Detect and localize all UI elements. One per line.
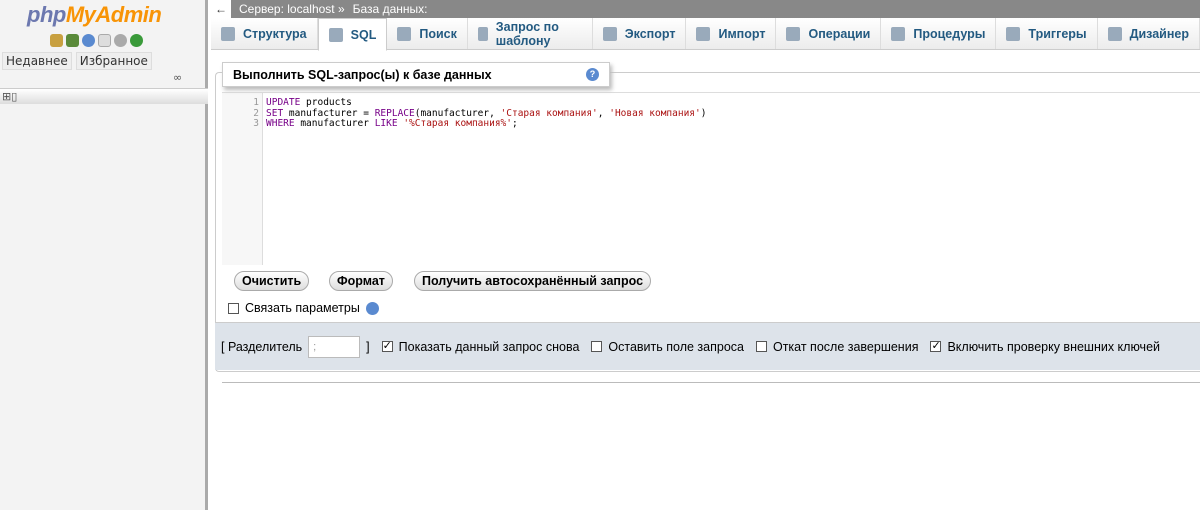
recent-tab[interactable]: Недавнее <box>2 52 72 70</box>
operations-icon <box>786 26 801 41</box>
search-icon <box>397 26 412 41</box>
query-options: [ Разделитель ] Показать данный запрос с… <box>215 322 1200 370</box>
rollback-checkbox[interactable] <box>755 341 767 352</box>
tab-import[interactable]: Импорт <box>686 18 777 49</box>
docs-icon[interactable] <box>98 34 111 47</box>
divider <box>222 382 1200 383</box>
server-crumb[interactable]: Сервер: localhost » <box>239 2 345 16</box>
home-icon[interactable] <box>50 34 63 47</box>
sql-icon <box>328 27 343 42</box>
export-icon <box>602 26 617 41</box>
code-line: WHERE manufacturer LIKE '%Старая компани… <box>266 118 518 129</box>
delimiter-input[interactable] <box>308 335 361 358</box>
tab-sql[interactable]: SQL <box>317 18 388 51</box>
db-tree: ⊞▯ <box>0 88 208 104</box>
structure-icon <box>221 26 235 41</box>
show-again-checkbox[interactable] <box>381 339 393 352</box>
breadcrumb: ← Сервер: localhost » База данных: <box>211 0 1200 18</box>
tab-routines[interactable]: Процедуры <box>881 18 997 49</box>
sql-editor[interactable]: 123 UPDATE products SET manufacturer = RE… <box>222 92 1200 265</box>
database-crumb[interactable]: База данных: <box>353 2 428 16</box>
help-icon[interactable] <box>365 301 379 315</box>
link-icon[interactable]: ∞ <box>173 71 182 84</box>
query-icon <box>477 26 488 41</box>
keep-box-checkbox[interactable] <box>591 341 603 352</box>
tab-query[interactable]: Запрос по шаблону <box>467 18 593 49</box>
designer-icon <box>1107 26 1122 41</box>
expand-icon[interactable]: ⊞▯ <box>2 90 17 103</box>
main-tabs: Структура SQL Поиск Запрос по шаблону Эк… <box>211 18 1200 51</box>
help-icon[interactable]: ? <box>586 68 599 81</box>
back-button[interactable]: ← <box>211 0 231 18</box>
settings-icon[interactable] <box>114 34 127 47</box>
favorites-tab[interactable]: Избранное <box>75 52 152 70</box>
help-icon[interactable] <box>82 34 95 47</box>
line-numbers: 123 <box>222 93 263 265</box>
routines-icon <box>891 26 906 41</box>
tab-structure[interactable]: Структура <box>211 18 318 49</box>
format-button[interactable]: Формат <box>329 271 393 291</box>
fk-checks-checkbox[interactable] <box>930 339 942 352</box>
tab-export[interactable]: Экспорт <box>592 18 687 49</box>
tab-triggers[interactable]: Триггеры <box>996 18 1098 49</box>
triggers-icon <box>1006 26 1021 41</box>
tab-operations[interactable]: Операции <box>776 18 882 49</box>
exit-icon[interactable] <box>66 34 79 47</box>
logo[interactable]: phpMyAdmin <box>27 2 162 28</box>
clear-button[interactable]: Очистить <box>234 271 310 291</box>
tab-search[interactable]: Поиск <box>387 18 468 49</box>
navigation-panel: phpMyAdmin Недавнее Избранное ∞ ⊞▯ <box>0 0 208 510</box>
import-icon <box>696 26 711 41</box>
panel-title: Выполнить SQL-запрос(ы) к базе данных? <box>222 62 610 87</box>
reload-icon[interactable] <box>130 34 143 47</box>
autosave-button[interactable]: Получить автосохранённый запрос <box>414 271 652 291</box>
bind-params-checkbox[interactable] <box>228 302 239 314</box>
tab-designer[interactable]: Дизайнер <box>1097 18 1200 49</box>
sql-code[interactable]: UPDATE products SET manufacturer = REPLAC… <box>266 97 706 130</box>
